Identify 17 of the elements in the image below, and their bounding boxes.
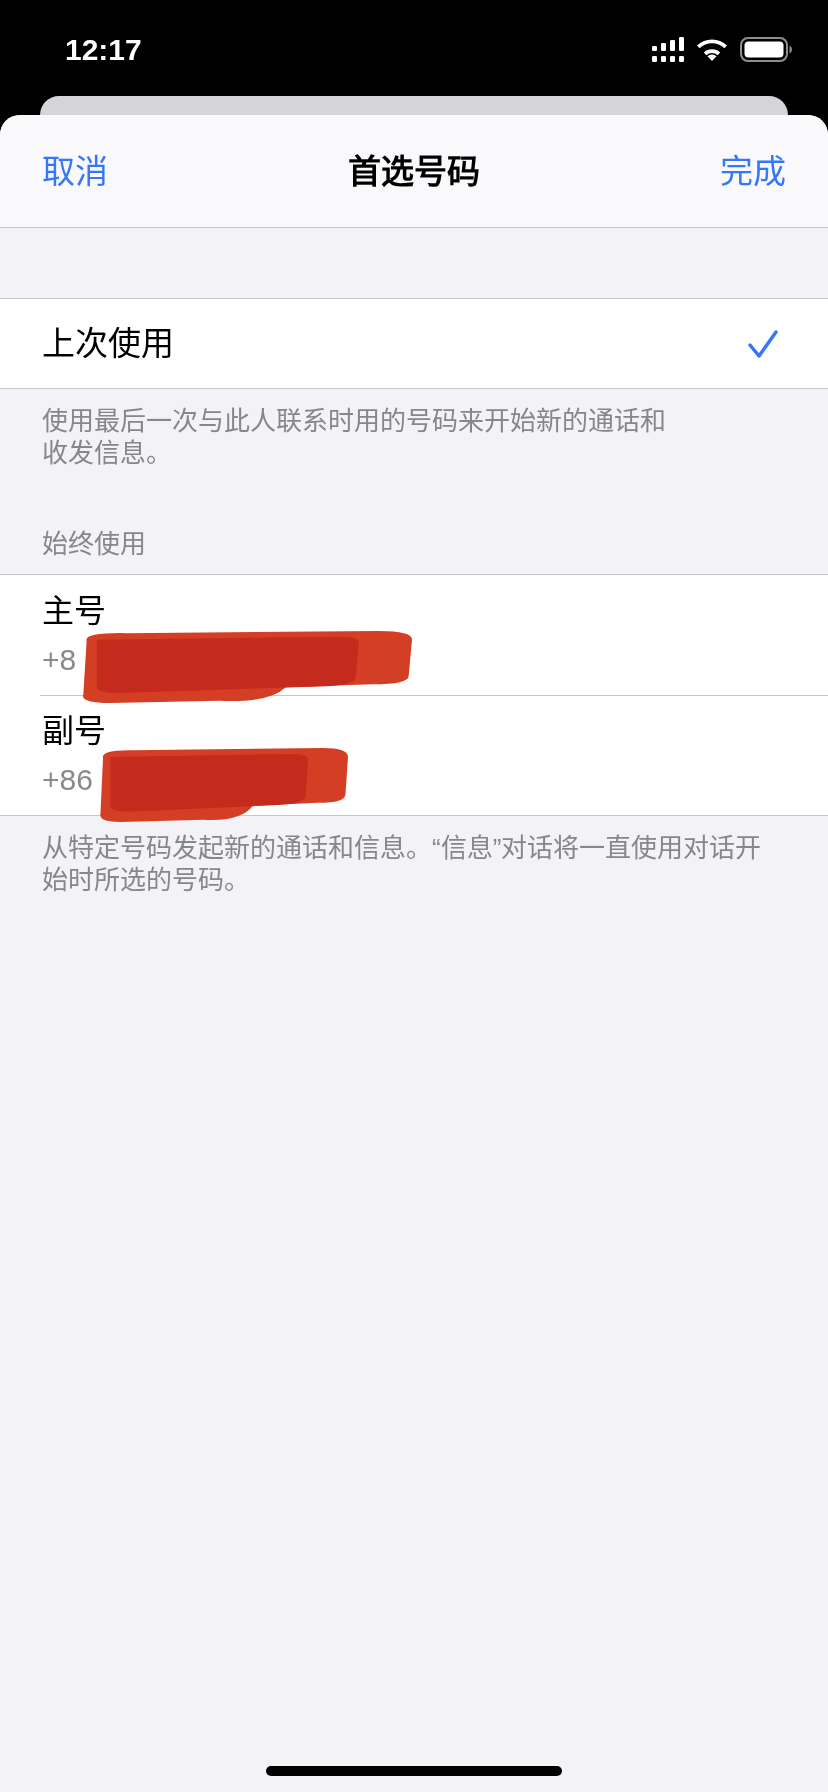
number-label: 主号 bbox=[42, 591, 106, 631]
option-label: 上次使用 bbox=[42, 323, 174, 364]
status-time: 12:17 bbox=[65, 32, 142, 68]
number-label: 副号 bbox=[42, 712, 106, 751]
section-footer: 从特定号码发起新的通话和信息。“信息”对话将一直使用对话开始时所选的号码。 bbox=[42, 832, 770, 896]
section-header: 始终使用 bbox=[41, 528, 147, 561]
battery-icon bbox=[740, 37, 792, 62]
wifi-icon bbox=[697, 38, 727, 61]
phone-number: +8 bbox=[42, 641, 78, 678]
cancel-button[interactable]: 取消 bbox=[42, 152, 108, 192]
done-button[interactable]: 完成 bbox=[720, 152, 786, 192]
signal-icon bbox=[652, 37, 684, 62]
phone-number: +86 bbox=[42, 762, 94, 798]
list-item[interactable]: 上次使用 bbox=[40, 299, 828, 388]
section-footer: 使用最后一次与此人联系时用的号码来开始新的通话和收发信息。 bbox=[42, 405, 682, 469]
nav-title: 首选号码 bbox=[348, 152, 480, 192]
list-item[interactable]: 主号 +8 bbox=[40, 575, 828, 695]
